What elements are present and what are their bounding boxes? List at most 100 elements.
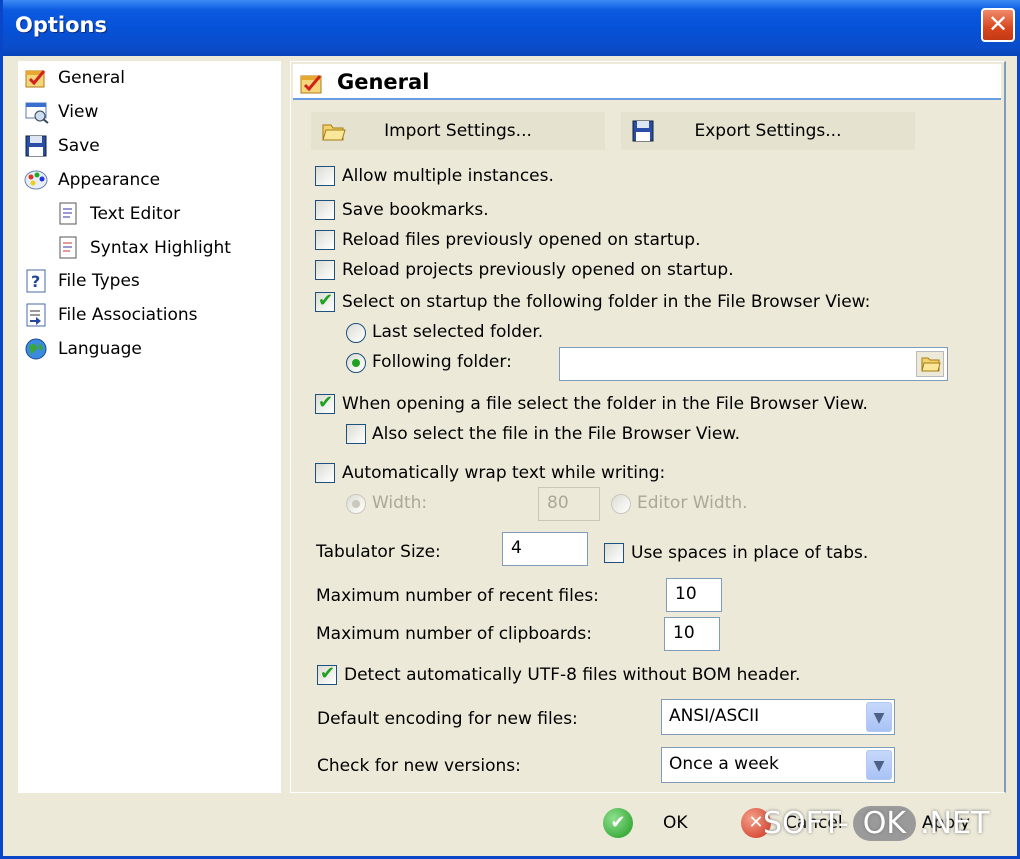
save-bookmarks-checkbox[interactable] xyxy=(315,200,335,220)
tree-item-label: Syntax Highlight xyxy=(90,238,231,258)
watermark-right: .NET xyxy=(920,806,990,841)
also-select-file-checkbox[interactable] xyxy=(346,424,366,444)
watermark: SOFT- OK .NET xyxy=(763,806,1018,854)
check-versions-value: Once a week xyxy=(669,754,779,774)
tree-item-label: Language xyxy=(58,339,142,359)
reload-projects-label: Reload projects previously opened on sta… xyxy=(342,260,734,280)
check-versions-select[interactable]: Once a week ▼ xyxy=(661,747,895,783)
palette-icon xyxy=(24,168,50,192)
max-clipboards-value: 10 xyxy=(673,623,695,643)
use-spaces-label: Use spaces in place of tabs. xyxy=(631,543,869,563)
check-circle-icon: ✔ xyxy=(603,808,633,838)
detect-utf8-checkbox[interactable] xyxy=(317,663,337,685)
encoding-label: Default encoding for new files: xyxy=(317,709,578,729)
editor-width-radio[interactable] xyxy=(611,494,631,514)
export-settings-label: Export Settings... xyxy=(694,121,842,141)
floppy-icon xyxy=(631,119,657,143)
max-recent-label: Maximum number of recent files: xyxy=(316,586,599,606)
checklist-icon xyxy=(299,70,327,101)
svg-text:?: ? xyxy=(31,272,40,291)
watermark-mid: OK xyxy=(852,806,917,841)
chevron-down-icon[interactable]: ▼ xyxy=(866,702,892,732)
watermark-left: SOFT- xyxy=(763,806,849,841)
document-icon xyxy=(56,202,82,226)
panel-header: General xyxy=(293,64,1001,100)
tab-size-input[interactable]: 4 xyxy=(502,532,588,566)
allow-multiple-checkbox[interactable] xyxy=(315,166,335,186)
ok-button[interactable]: ✔ OK xyxy=(603,803,688,843)
globe-icon xyxy=(24,337,50,361)
reload-projects-checkbox[interactable] xyxy=(315,260,335,280)
title-bar[interactable]: Options ✕ xyxy=(3,0,1020,56)
help-icon: ? xyxy=(24,269,50,293)
select-folder-label: Select on startup the following folder i… xyxy=(342,292,871,312)
import-settings-button[interactable]: Import Settings... xyxy=(311,112,605,150)
view-icon xyxy=(24,100,50,124)
wrap-width-input[interactable]: 80 xyxy=(538,487,600,521)
open-folder-icon xyxy=(321,119,347,143)
close-icon: ✕ xyxy=(987,10,1009,38)
use-spaces-checkbox[interactable] xyxy=(604,543,624,563)
auto-wrap-checkbox[interactable] xyxy=(315,463,335,483)
tree-item-appearance[interactable]: Appearance xyxy=(24,166,160,194)
browse-folder-button[interactable] xyxy=(916,351,944,377)
save-bookmarks-label: Save bookmarks. xyxy=(342,200,489,220)
auto-wrap-label: Automatically wrap text while writing: xyxy=(342,463,666,483)
last-folder-radio[interactable] xyxy=(346,323,366,343)
browse-folder-icon xyxy=(920,354,942,379)
tree-item-language[interactable]: Language xyxy=(24,335,142,363)
window-title: Options xyxy=(15,13,107,37)
export-settings-button[interactable]: Export Settings... xyxy=(621,112,915,150)
max-recent-value: 10 xyxy=(675,584,697,604)
last-folder-label: Last selected folder. xyxy=(372,322,544,342)
floppy-icon xyxy=(24,134,50,158)
ok-label: OK xyxy=(663,813,688,833)
close-button[interactable]: ✕ xyxy=(981,8,1015,42)
tree-item-label: View xyxy=(58,102,99,122)
wrap-width-label: Width: xyxy=(372,493,428,513)
tree-item-text-editor[interactable]: Text Editor xyxy=(56,200,180,228)
tree-item-label: File Associations xyxy=(58,305,198,325)
tree-item-file-associations[interactable]: File Associations xyxy=(24,301,198,329)
select-folder-on-open-checkbox[interactable] xyxy=(315,392,335,414)
tree-item-save[interactable]: Save xyxy=(24,132,100,160)
chevron-down-icon[interactable]: ▼ xyxy=(866,750,892,780)
tree-item-label: General xyxy=(58,68,125,88)
wrap-width-value: 80 xyxy=(547,493,569,513)
checklist-icon xyxy=(24,66,50,90)
max-clipboards-label: Maximum number of clipboards: xyxy=(316,624,592,644)
following-folder-input[interactable] xyxy=(559,347,948,381)
select-folder-checkbox[interactable] xyxy=(315,290,335,312)
encoding-value: ANSI/ASCII xyxy=(669,706,760,726)
tree-item-label: Appearance xyxy=(58,170,161,190)
tab-size-value: 4 xyxy=(511,538,522,558)
tab-size-label: Tabulator Size: xyxy=(316,542,441,562)
tree-item-label: Text Editor xyxy=(90,204,181,224)
tree-item-file-types[interactable]: ? File Types xyxy=(24,267,140,295)
check-versions-label: Check for new versions: xyxy=(317,756,521,776)
select-folder-on-open-label: When opening a file select the folder in… xyxy=(342,394,868,414)
allow-multiple-label: Allow multiple instances. xyxy=(342,166,554,186)
tree-item-general[interactable]: General xyxy=(24,64,125,92)
options-window: Options ✕ General View Save Appearance T… xyxy=(0,0,1020,859)
editor-width-label: Editor Width. xyxy=(637,493,748,513)
following-folder-radio[interactable] xyxy=(346,353,366,373)
also-select-file-label: Also select the file in the File Browser… xyxy=(372,424,741,444)
import-settings-label: Import Settings... xyxy=(384,121,532,141)
file-link-icon xyxy=(24,303,50,327)
following-folder-label: Following folder: xyxy=(372,352,512,372)
max-recent-input[interactable]: 10 xyxy=(666,578,722,612)
tree-item-syntax-highlight[interactable]: Syntax Highlight xyxy=(56,234,231,262)
tree-item-label: File Types xyxy=(58,271,140,291)
reload-files-label: Reload files previously opened on startu… xyxy=(342,230,701,250)
document-icon xyxy=(56,236,82,260)
panel-title: General xyxy=(337,70,430,94)
detect-utf8-label: Detect automatically UTF-8 files without… xyxy=(344,665,801,685)
reload-files-checkbox[interactable] xyxy=(315,230,335,250)
wrap-width-radio[interactable] xyxy=(346,494,366,514)
tree-item-label: Save xyxy=(58,136,100,156)
options-tree: General View Save Appearance Text Editor xyxy=(18,61,281,793)
encoding-select[interactable]: ANSI/ASCII ▼ xyxy=(661,699,895,735)
tree-item-view[interactable]: View xyxy=(24,98,98,126)
max-clipboards-input[interactable]: 10 xyxy=(664,617,720,651)
